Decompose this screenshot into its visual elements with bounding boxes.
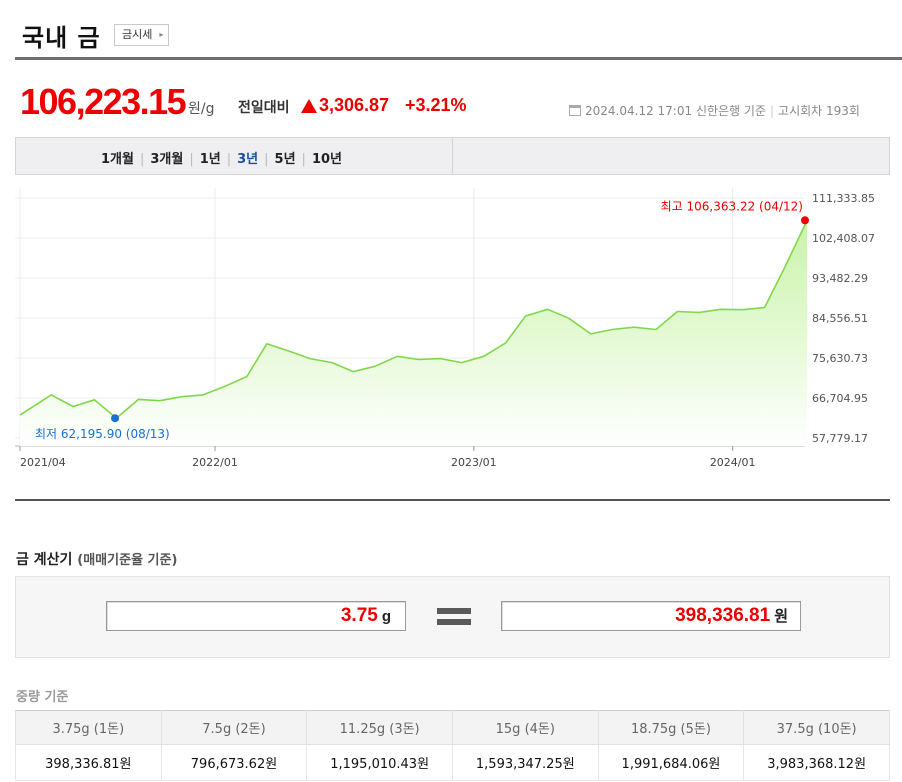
price-result-field[interactable]: 398,336.81 원	[501, 601, 801, 631]
tab-separator: |	[226, 152, 232, 167]
table-cell: 3,983,368.12원	[743, 744, 890, 781]
tab-period[interactable]: 1개월	[101, 152, 134, 167]
weight-table: 3.75g (1돈) 7.5g (2돈) 11.25g (3돈) 15g (4돈) 18…	[15, 710, 890, 781]
tab-separator: |	[264, 152, 269, 167]
tab-period[interactable]: 10년	[312, 152, 342, 167]
price-unit: 원/g	[188, 101, 215, 117]
table-cell: 1,195,010.43원	[306, 744, 453, 781]
price-result-unit: 원	[774, 608, 788, 625]
weight-input-value: 3.75	[340, 605, 378, 626]
tab-separator: |	[139, 152, 145, 167]
header-divider	[15, 57, 902, 60]
table-header-cell: 37.5g (10돈)	[743, 710, 890, 745]
min-label: 최저 62,195.90 (08/13)	[35, 427, 170, 441]
meta-datetime: 2024.04.12 17:01	[585, 104, 693, 118]
price-result-value: 398,336.81	[675, 605, 771, 626]
calculator-title-text: 금 계산기	[16, 552, 73, 568]
weight-table-title: 중량 기준	[16, 690, 69, 705]
y-tick-label: 66,704.95	[812, 392, 868, 405]
y-tick-label: 93,482.29	[812, 272, 868, 285]
table-row: 398,336.81원 796,673.62원 1,195,010.43원 1,593…	[15, 744, 890, 781]
table-header-cell: 7.5g (2돈)	[160, 710, 308, 745]
period-tabs: 1개월 | 3개월 | 1년 | 3년 | 5년 | 10년	[101, 148, 342, 167]
equals-icon-top	[437, 608, 471, 614]
y-tick-label: 111,333.85	[812, 192, 875, 205]
calculator-subtitle: (매매기준율 기준)	[77, 553, 178, 568]
tab-bar-divider	[452, 137, 453, 175]
tab-separator: |	[189, 152, 194, 167]
compare-label: 전일대비	[238, 100, 290, 116]
chart-divider	[15, 499, 890, 501]
calculator-title: 금 계산기 (매매기준율 기준)	[16, 549, 177, 569]
y-tick-label: 75,630.73	[812, 352, 868, 365]
max-label: 최고 106,363.22 (04/12)	[661, 199, 803, 213]
page-title: 국내 금	[22, 24, 101, 52]
weight-input[interactable]: 3.75 g	[106, 601, 406, 631]
table-header-cell: 3.75g (1돈)	[15, 710, 162, 745]
equals-icon-bottom	[437, 619, 471, 625]
table-header-cell: 18.75g (5돈)	[597, 710, 745, 745]
up-arrow-icon	[301, 99, 317, 113]
x-tick-label: 2024/01	[710, 456, 756, 469]
max-point	[801, 216, 809, 225]
change-amount: 3,306.87	[319, 95, 390, 115]
x-tick-label: 2021/04	[20, 456, 66, 469]
table-cell: 1,991,684.06원	[597, 744, 745, 781]
tab-period[interactable]: 3년	[237, 152, 258, 167]
y-tick-label: 84,556.51	[812, 312, 868, 325]
change-rate: +3.21%	[405, 95, 467, 115]
tab-period[interactable]: 5년	[275, 152, 296, 167]
gold-price-button-label: 금시세	[122, 28, 153, 41]
meta-bank: 신한은행 기준	[695, 104, 766, 118]
min-point	[111, 414, 120, 423]
price-meta: 2024.04.12 17:01 신한은행 기준 | 고시회차 193회	[569, 102, 860, 119]
price-area-fill	[20, 220, 808, 446]
table-header-row: 3.75g (1돈) 7.5g (2돈) 11.25g (3돈) 15g (4돈) 18…	[15, 710, 890, 745]
gold-price-button[interactable]: 금시세 ▸	[114, 24, 170, 46]
table-cell: 398,336.81원	[15, 744, 162, 781]
meta-notice: 고시회차 193회	[778, 104, 860, 118]
table-cell: 796,673.62원	[160, 744, 308, 781]
current-price: 106,223.15	[20, 81, 187, 122]
table-header-cell: 11.25g (3돈)	[306, 710, 453, 745]
weight-input-unit: g	[381, 608, 391, 625]
gold-price-chart: 111,333.85 102,408.07 93,482.29 84,556.51 75…	[15, 188, 875, 469]
y-tick-label: 57,779.17	[812, 432, 868, 445]
meta-separator: |	[770, 104, 775, 118]
tab-separator: |	[301, 152, 306, 167]
chevron-right-icon: ▸	[159, 30, 164, 39]
x-tick-label: 2022/01	[192, 456, 238, 469]
tab-period[interactable]: 3개월	[150, 152, 183, 167]
tab-period[interactable]: 1년	[200, 152, 221, 167]
y-tick-label: 102,408.07	[812, 232, 875, 245]
x-tick-label: 2023/01	[451, 456, 497, 469]
table-cell: 1,593,347.25원	[451, 744, 599, 781]
calendar-icon	[569, 105, 581, 116]
table-header-cell: 15g (4돈)	[451, 710, 599, 745]
